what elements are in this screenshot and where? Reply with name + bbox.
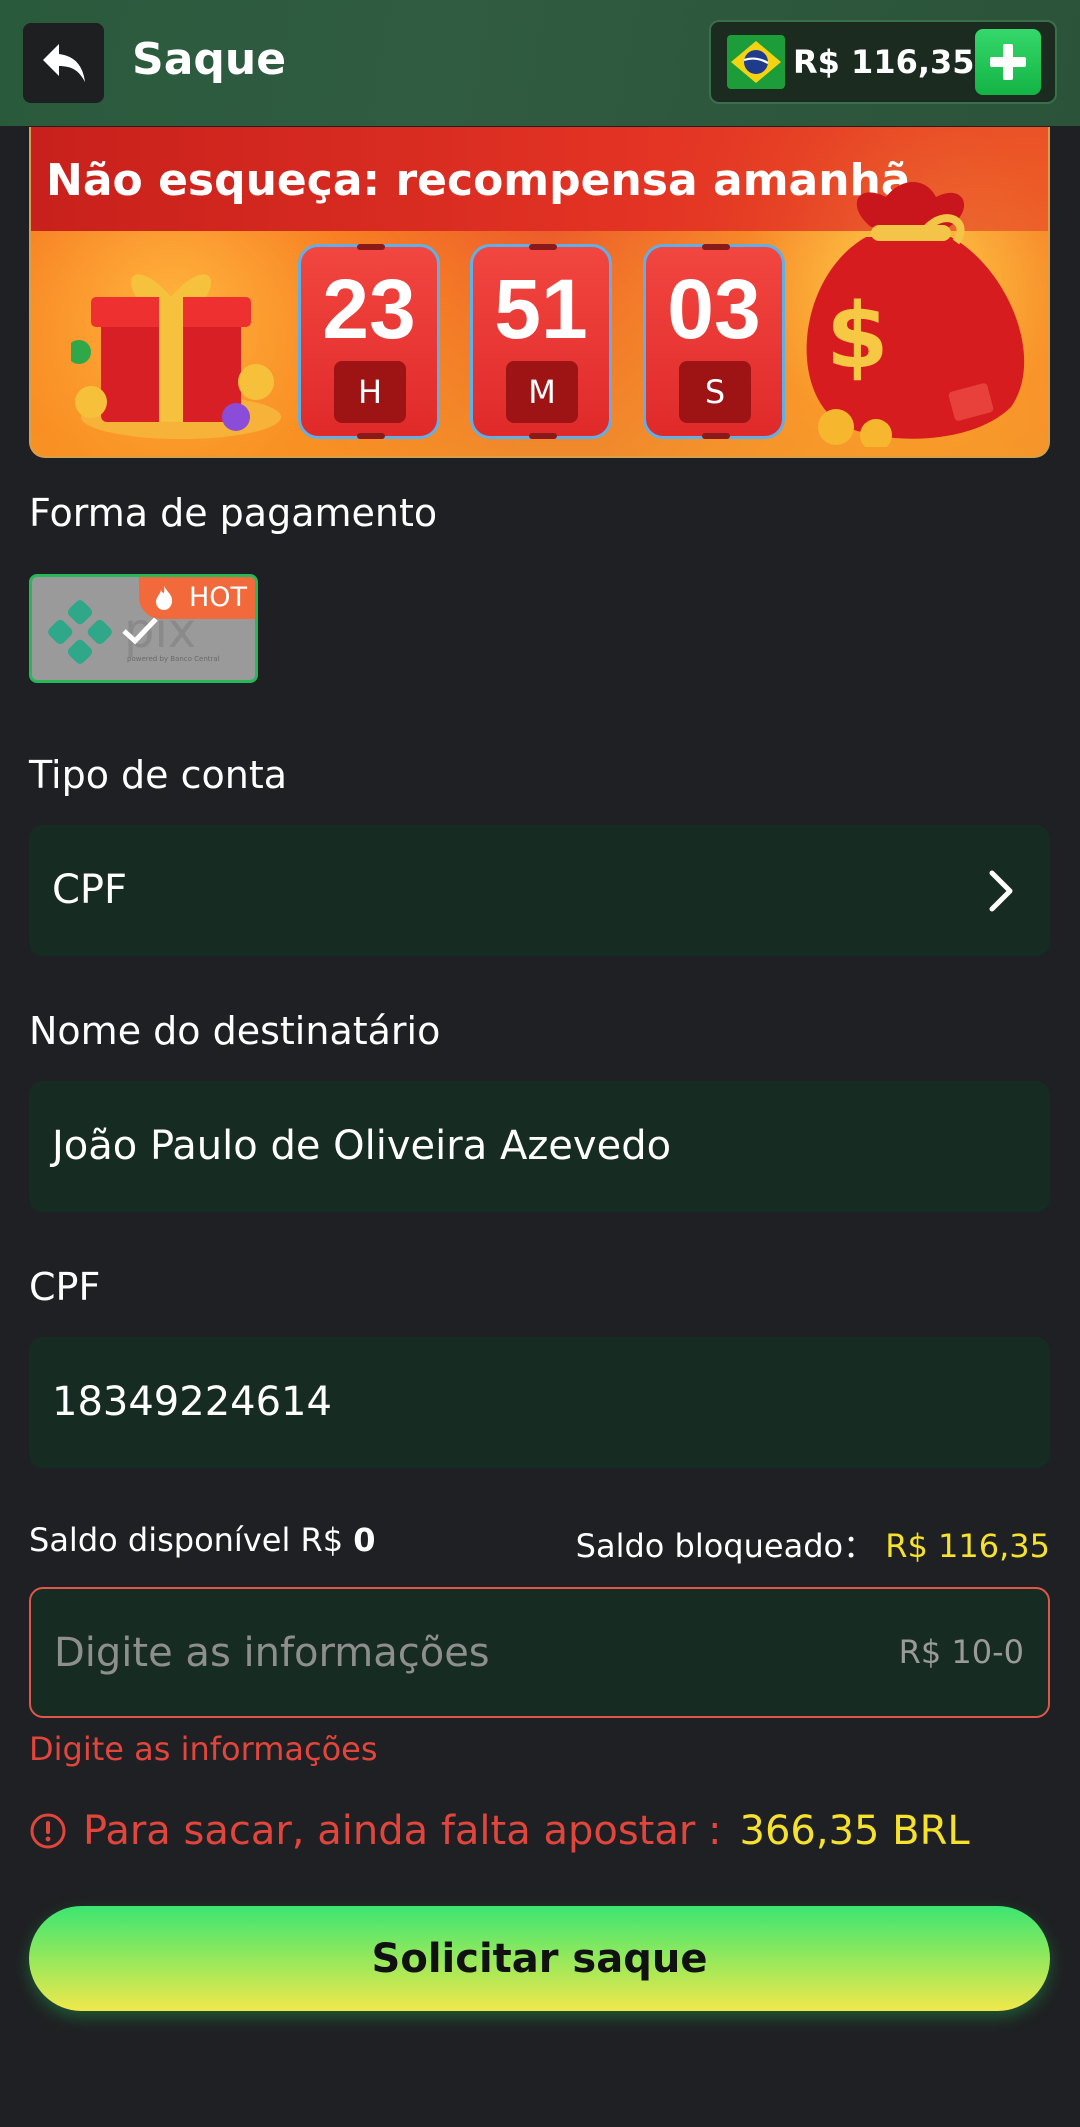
available-balance: Saldo disponível R$ 0 [29, 1521, 376, 1559]
back-button[interactable] [23, 23, 104, 103]
timer-hours-unit: H [334, 361, 406, 423]
deposit-button[interactable] [975, 29, 1041, 95]
wager-warning: Para sacar, ainda falta apostar : 366,35… [29, 1808, 970, 1854]
cpf-label: CPF [29, 1265, 101, 1309]
money-bag-icon: $ [806, 182, 1025, 447]
back-arrow-icon [42, 44, 85, 82]
timer-tab [529, 244, 557, 250]
wager-remaining-amount: 366,35 BRL [739, 1808, 970, 1854]
timer-seconds-value: 03 [667, 262, 761, 356]
pix-payment-option[interactable]: pix powered by Banco Central HOT [29, 574, 258, 683]
timer-hours-value: 23 [322, 262, 416, 356]
top-bar: Saque R$ 116,35 [0, 0, 1080, 126]
recipient-name-field[interactable]: João Paulo de Oliveira Azevedo [29, 1081, 1050, 1212]
fire-icon [156, 586, 173, 610]
plus-icon [990, 44, 1026, 80]
recipient-name-value: João Paulo de Oliveira Azevedo [52, 1123, 672, 1169]
recipient-label: Nome do destinatário [29, 1009, 441, 1053]
alert-circle-icon [30, 1813, 66, 1849]
timer-tab [357, 244, 385, 250]
request-withdrawal-button[interactable]: Solicitar saque [29, 1906, 1050, 2011]
cpf-field[interactable]: 18349224614 [29, 1337, 1050, 1468]
amount-range: R$ 10-0 [898, 1633, 1024, 1671]
timer-minutes-value: 51 [494, 262, 588, 356]
page-title: Saque [132, 34, 287, 85]
withdraw-amount-field[interactable]: R$ 10-0 [29, 1587, 1050, 1718]
cpf-value: 18349224614 [52, 1379, 332, 1425]
gift-box-icon [71, 274, 281, 439]
brazil-flag-icon [727, 35, 785, 89]
timer-tab [357, 433, 385, 439]
reward-banner[interactable]: Não esqueça: recompensa amanhã $ 23 H 51… [29, 127, 1050, 458]
timer-tab [702, 433, 730, 439]
payment-method-label: Forma de pagamento [29, 491, 438, 535]
timer-tab [529, 433, 557, 439]
pix-caption: powered by Banco Central [127, 655, 220, 663]
blocked-balance: Saldo bloqueado： R$ 116,35 [576, 1521, 1050, 1567]
timer-tab [702, 244, 730, 250]
svg-text:$: $ [826, 284, 889, 389]
wager-warning-text: Para sacar, ainda falta apostar : [83, 1808, 722, 1854]
timer-seconds-unit: S [679, 361, 751, 423]
balance-amount: R$ 116,35 [793, 43, 975, 81]
account-type-select[interactable]: CPF [29, 825, 1050, 956]
available-balance-value: 0 [353, 1521, 376, 1559]
balance-display: R$ 116,35 [709, 20, 1057, 104]
timer-minutes: 51 M [470, 244, 612, 439]
hot-badge: HOT [139, 577, 255, 619]
account-type-label: Tipo de conta [29, 753, 288, 797]
available-balance-label: Saldo disponível R$ [29, 1521, 344, 1559]
account-type-value: CPF [52, 867, 128, 913]
blocked-balance-value: R$ 116,35 [885, 1527, 1050, 1565]
blocked-balance-label: Saldo bloqueado： [575, 1527, 876, 1565]
amount-error-message: Digite as informações [29, 1730, 378, 1768]
timer-seconds: 03 S [643, 244, 785, 439]
chevron-right-icon [989, 870, 1013, 912]
timer-hours: 23 H [298, 244, 440, 439]
timer-minutes-unit: M [506, 361, 578, 423]
hot-badge-text: HOT [188, 582, 247, 613]
withdraw-amount-input[interactable] [31, 1589, 1048, 1716]
